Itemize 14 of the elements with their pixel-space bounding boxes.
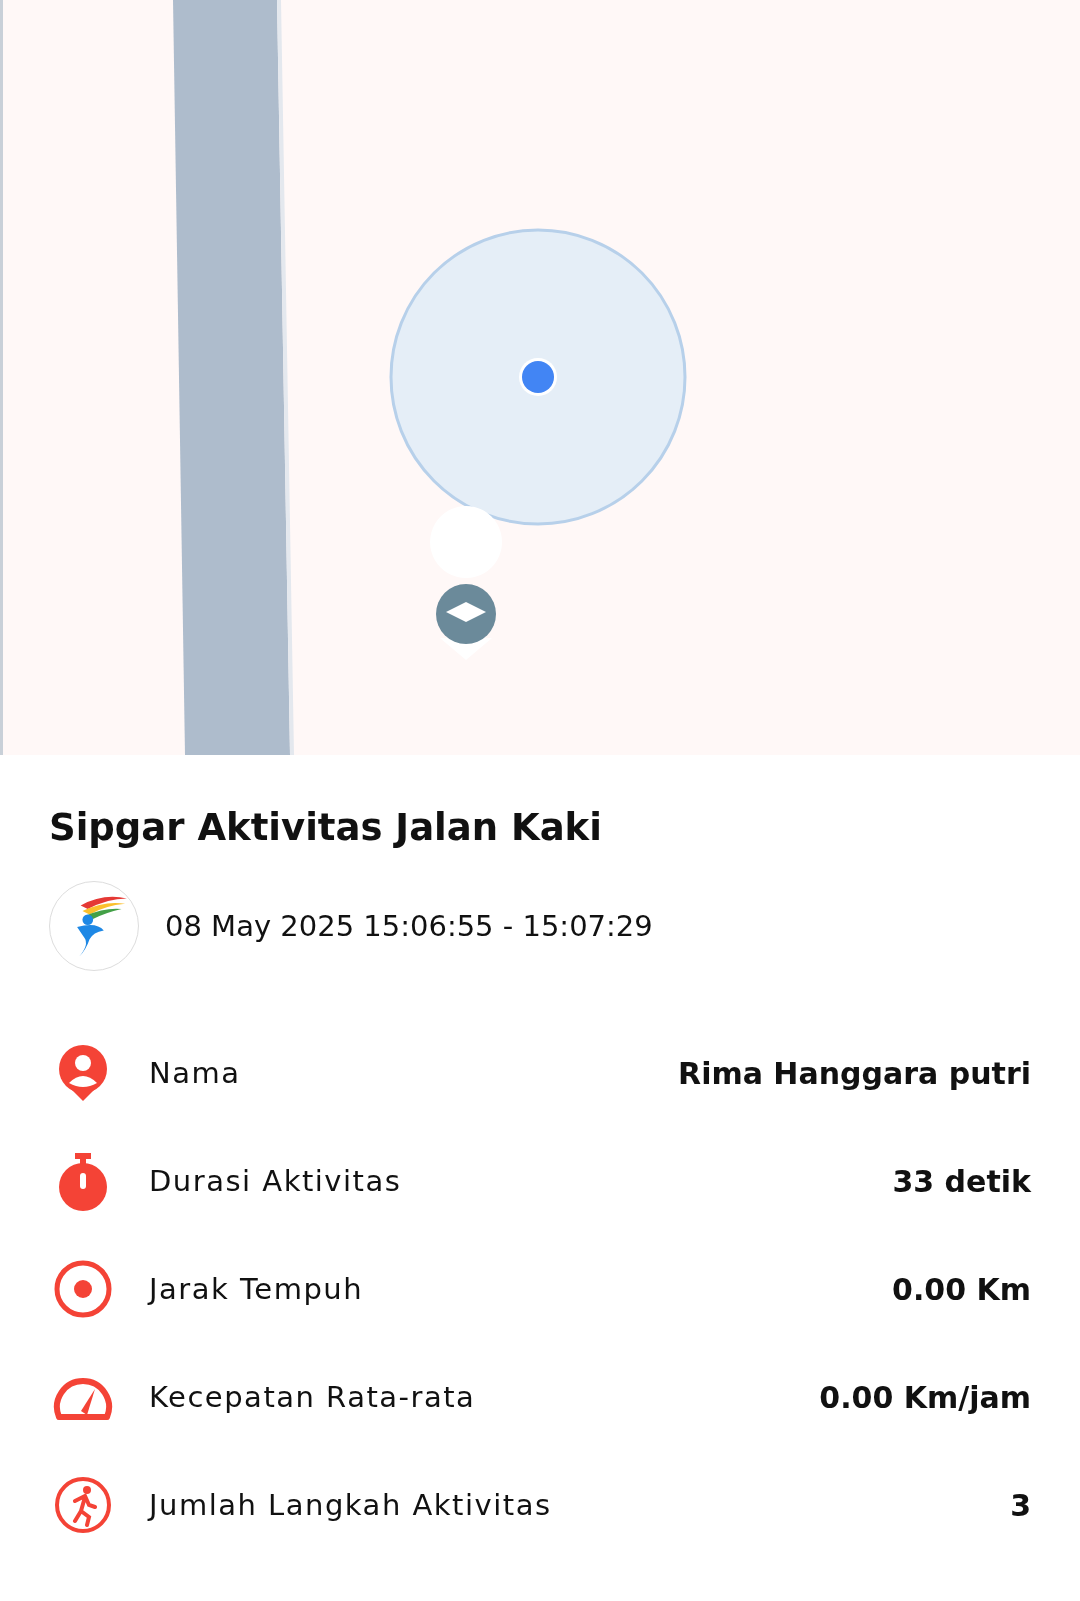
time-range: 08 May 2025 15:06:55 - 15:07:29 bbox=[165, 909, 653, 943]
stat-value: 33 detik bbox=[892, 1163, 1031, 1199]
stat-label: Nama bbox=[149, 1056, 242, 1090]
stat-value: Rima Hanggara putri bbox=[678, 1055, 1031, 1091]
stat-value: 3 bbox=[1010, 1487, 1031, 1523]
stat-label: Durasi Aktivitas bbox=[149, 1164, 403, 1198]
stat-value: 0.00 Km/jam bbox=[819, 1379, 1031, 1415]
runner-icon bbox=[53, 1475, 113, 1535]
target-icon bbox=[53, 1259, 113, 1319]
stat-value: 0.00 Km bbox=[892, 1271, 1031, 1307]
stat-label: Jumlah Langkah Aktivitas bbox=[149, 1488, 553, 1522]
activity-title: Sipgar Aktivitas Jalan Kaki bbox=[49, 805, 603, 851]
stat-label: Kecepatan Rata-rata bbox=[149, 1380, 477, 1414]
stat-label: Jarak Tempuh bbox=[149, 1272, 365, 1306]
